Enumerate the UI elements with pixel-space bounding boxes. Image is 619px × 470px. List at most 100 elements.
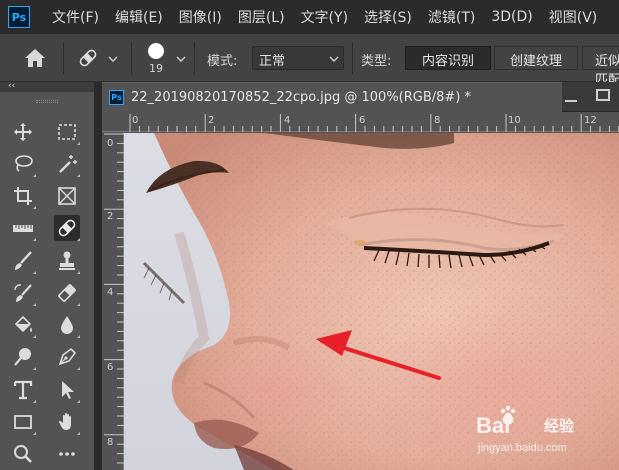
menu-file[interactable]: 文件(F) [52, 7, 99, 27]
tool-group-indicator [33, 238, 36, 241]
document-title: 22_20190820170852_22cpo.jpg @ 100%(RGB/8… [131, 90, 472, 105]
document-tab-bar: Ps 22_20190820170852_22cpo.jpg @ 100%(RG… [102, 82, 619, 112]
brush-tool[interactable] [10, 248, 36, 274]
menu-image[interactable]: 图像(I) [179, 7, 222, 27]
pen-tool[interactable] [54, 344, 80, 370]
mode-select-value: 正常 [259, 54, 286, 69]
mode-select[interactable]: 正常 [252, 46, 344, 70]
bandage-icon[interactable] [76, 46, 100, 70]
menu-select[interactable]: 选择(S) [364, 7, 412, 27]
type-create-texture-button[interactable]: 创建纹理 [494, 46, 578, 70]
tool-group-indicator [77, 142, 80, 145]
options-divider [352, 42, 353, 74]
ruler-label: 12 [584, 115, 597, 126]
tool-group-indicator [33, 367, 36, 370]
dodge-tool[interactable] [10, 344, 36, 370]
zoom-icon [14, 445, 32, 463]
tool-group-indicator [33, 335, 36, 338]
watermark-brand-cn: 经验 [544, 417, 575, 435]
marquee-icon [58, 124, 76, 140]
brush-preview[interactable] [148, 43, 164, 59]
tools-panel-header: ‹‹ [0, 81, 94, 92]
move-icon [14, 123, 32, 141]
brush-icon [15, 251, 32, 270]
rectangular-marquee-tool[interactable] [54, 119, 80, 145]
path-selection-tool[interactable] [54, 377, 80, 403]
clone-stamp-tool[interactable] [54, 248, 80, 274]
ellipsis-icon [59, 452, 75, 456]
tool-group-indicator [33, 303, 36, 306]
eraser-tool[interactable] [54, 280, 80, 306]
ruler-label: 2 [107, 211, 114, 222]
type-proximity-match-button[interactable]: 近似匹配 [582, 46, 619, 88]
chevron-down-icon[interactable] [108, 55, 118, 63]
history-brush-icon [14, 284, 32, 302]
minimize-icon[interactable] [564, 91, 578, 103]
tool-group-indicator [33, 174, 36, 177]
face-photo: Bai 经验 jingyan.baidu.com [124, 133, 619, 470]
chevron-down-icon[interactable] [176, 55, 186, 63]
vertical-ruler[interactable]: 0 2 4 6 8 [102, 132, 124, 470]
ruler-label: 0 [107, 138, 114, 149]
paint-bucket-tool[interactable] [10, 312, 36, 338]
options-divider [63, 42, 64, 74]
chevron-down-icon [329, 56, 339, 62]
menu-edit[interactable]: 编辑(E) [115, 7, 163, 27]
document-tab[interactable]: Ps 22_20190820170852_22cpo.jpg @ 100%(RG… [102, 82, 562, 112]
move-tool[interactable] [10, 119, 36, 145]
dodge-icon [14, 348, 31, 366]
tool-group-indicator [77, 367, 80, 370]
panel-grip[interactable] [36, 100, 58, 103]
mode-label: 模式: [207, 54, 238, 69]
hand-icon [59, 413, 71, 430]
document-canvas[interactable]: Bai 经验 jingyan.baidu.com [124, 133, 619, 470]
bandage-icon [58, 219, 76, 237]
options-bar: 19 模式: 正常 类型: 内容识别 创建纹理 近似匹配 [0, 34, 619, 88]
menu-filter[interactable]: 滤镜(T) [428, 7, 475, 27]
ruler-tool[interactable] [10, 215, 36, 241]
menu-3d[interactable]: 3D(D) [491, 9, 532, 25]
panel-divider [94, 82, 102, 470]
tool-group-indicator [33, 432, 36, 435]
frame-tool[interactable] [54, 183, 80, 209]
tool-group-indicator [77, 432, 80, 435]
ruler-label: 6 [359, 115, 366, 126]
tool-group-indicator [33, 400, 36, 403]
type-label: 类型: [361, 54, 392, 69]
photoshop-logo[interactable]: Ps [8, 6, 30, 28]
ruler-label: 8 [434, 115, 441, 126]
options-divider [194, 42, 195, 74]
ruler-label: 10 [508, 115, 521, 126]
ruler-label: 2 [208, 115, 215, 126]
drop-icon [61, 316, 73, 334]
menu-type[interactable]: 文字(Y) [301, 7, 348, 27]
more-tools[interactable] [54, 441, 80, 467]
magic-wand-tool[interactable] [54, 151, 80, 177]
lasso-tool[interactable] [10, 151, 36, 177]
type-tool[interactable] [10, 377, 36, 403]
blur-tool[interactable] [54, 312, 80, 338]
tool-group-indicator [77, 335, 80, 338]
document-file-icon: Ps [109, 90, 124, 105]
type-content-aware-button[interactable]: 内容识别 [405, 46, 491, 70]
spot-healing-brush-tool[interactable] [54, 215, 80, 241]
bucket-icon [14, 315, 32, 333]
horizontal-ruler[interactable]: 0 2 4 6 8 10 12 [102, 112, 619, 132]
menu-view[interactable]: 视图(V) [549, 7, 598, 27]
menu-layer[interactable]: 图层(L) [238, 7, 285, 27]
home-icon[interactable] [24, 48, 46, 68]
rectangle-tool[interactable] [10, 409, 36, 435]
history-brush-tool[interactable] [10, 280, 36, 306]
maximize-icon[interactable] [596, 89, 610, 101]
crop-tool[interactable] [10, 183, 36, 209]
tool-group-indicator [33, 206, 36, 209]
tool-group-indicator [77, 238, 80, 241]
stamp-icon [59, 251, 75, 270]
rectangle-icon [14, 415, 32, 429]
menu-bar: Ps 文件(F) 编辑(E) 图像(I) 图层(L) 文字(Y) 选择(S) 滤… [0, 0, 619, 34]
hand-tool[interactable] [54, 409, 80, 435]
zoom-tool[interactable] [10, 441, 36, 467]
tool-group-indicator [33, 271, 36, 274]
collapse-panel-button[interactable]: ‹‹ [8, 81, 15, 91]
tool-group-indicator [77, 271, 80, 274]
